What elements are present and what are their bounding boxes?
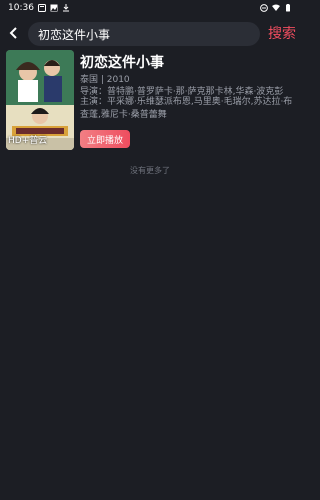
dnd-icon: [260, 4, 268, 12]
download-icon: [62, 4, 69, 12]
result-card[interactable]: HD+普云 初恋这件小事 泰国 | 2010 导演：普特鹏·普罗萨卡·那·萨克那…: [6, 50, 296, 152]
status-bar: 10:36: [0, 0, 300, 16]
movie-poster[interactable]: HD+普云: [6, 50, 74, 150]
status-left: 10:36: [8, 3, 70, 13]
notification-icon: [37, 4, 46, 12]
status-right: [260, 4, 292, 12]
search-input[interactable]: 初恋这件小事: [28, 22, 260, 46]
search-query: 初恋这件小事: [38, 27, 111, 42]
top-bar: 初恋这件小事 搜索: [0, 18, 300, 48]
back-button[interactable]: [4, 22, 24, 44]
search-button[interactable]: 搜索: [268, 23, 296, 45]
status-time: 10:36: [8, 3, 34, 13]
wifi-icon: [272, 4, 280, 11]
movie-cast: 主演：平采娜·乐维瑟派布恩,马里奥·毛瑞尔,苏达拉·布查蓬,雅尼卡·桑普蕾舞: [80, 97, 293, 120]
movie-title[interactable]: 初恋这件小事: [80, 52, 164, 72]
battery-icon: [286, 4, 290, 12]
play-now-button[interactable]: 立即播放: [80, 130, 130, 148]
back-arrow-icon: [9, 27, 17, 39]
quality-badge: HD+普云: [8, 136, 48, 146]
no-more-text: 没有更多了: [130, 166, 170, 175]
photo-icon: [50, 4, 58, 12]
